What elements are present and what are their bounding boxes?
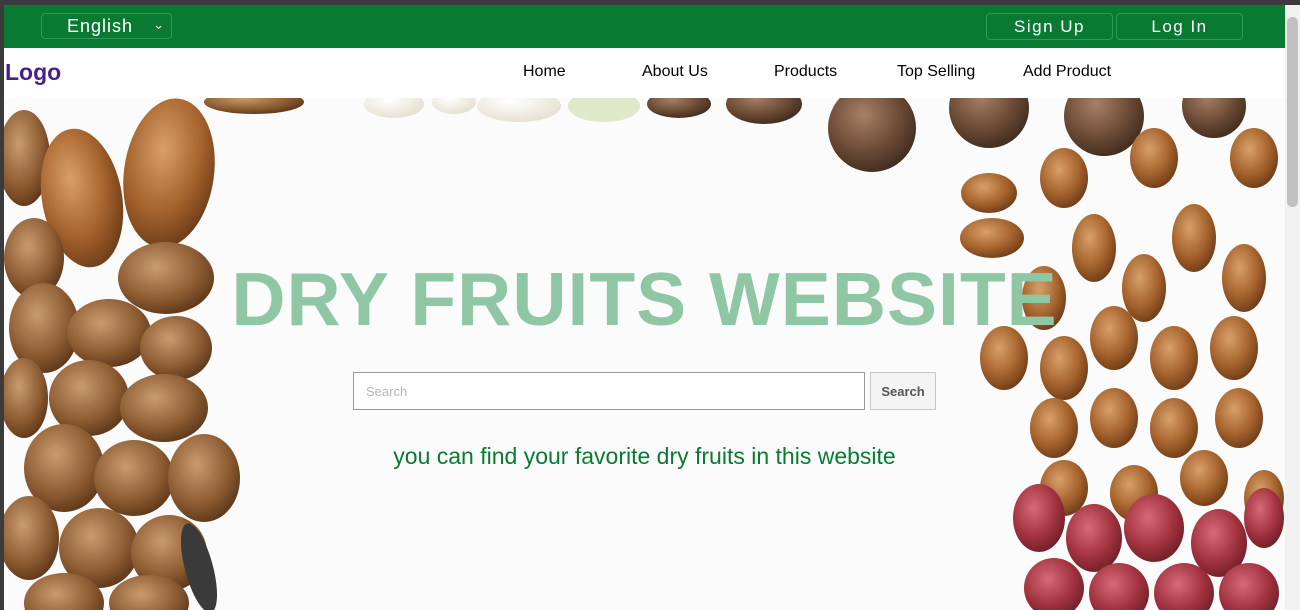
log-in-button[interactable]: Log In [1116,13,1243,40]
sign-up-button[interactable]: Sign Up [986,13,1113,40]
scrollbar-thumb[interactable] [1287,17,1298,207]
nav-add-product[interactable]: Add Product [1023,63,1111,81]
chevron-down-icon: ⌄ [153,17,165,32]
nav-about-us[interactable]: About Us [642,63,708,81]
search-button[interactable]: Search [870,372,936,410]
language-select[interactable]: English ⌄ [41,13,172,39]
search-input[interactable]: Search [353,372,865,410]
hero-section: DRY FRUITS WEBSITE Search Search you can… [4,98,1285,610]
language-value: English [67,15,134,36]
main-nav: Logo Home About Us Products Top Selling … [4,48,1285,98]
nuts-background-image [4,98,1284,610]
logo[interactable]: Logo [5,59,61,86]
search-placeholder: Search [366,383,408,399]
hero-title: DRY FRUITS WEBSITE [231,257,1058,341]
nav-products[interactable]: Products [774,63,837,81]
top-bar: English ⌄ Sign Up Log In [4,5,1285,48]
page-scrollbar[interactable] [1285,5,1300,610]
nav-home[interactable]: Home [523,63,566,81]
hero-tagline: you can find your favorite dry fruits in… [393,443,896,469]
nav-top-selling[interactable]: Top Selling [897,63,975,81]
